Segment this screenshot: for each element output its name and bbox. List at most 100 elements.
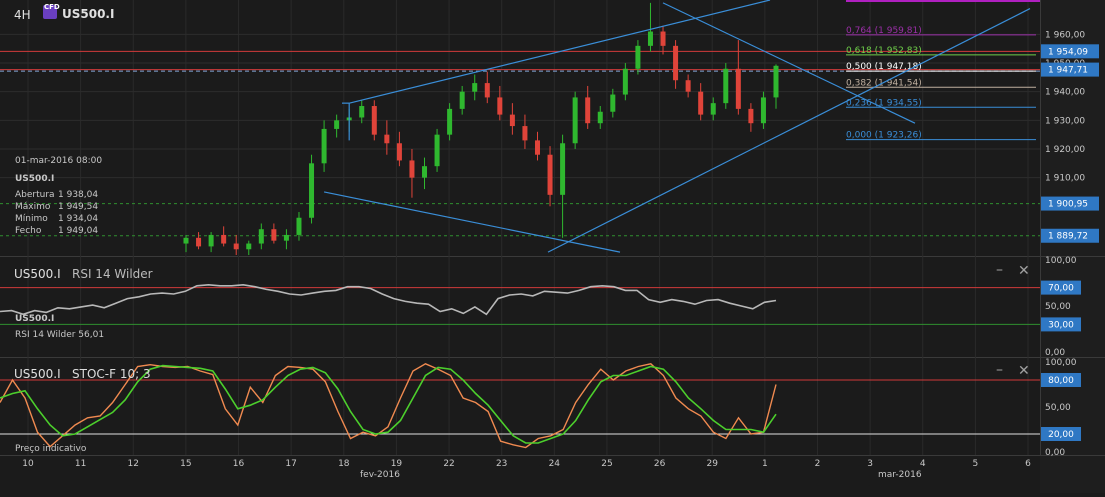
candle-body[interactable] [208,234,214,247]
x-tick-label: 6 [1025,459,1031,469]
candle-body[interactable] [233,243,239,250]
candle-body[interactable] [585,97,591,124]
x-tick-label: 5 [973,459,979,469]
candle-body[interactable] [497,97,503,115]
candle-body[interactable] [296,217,302,235]
info-symbol: US500.I [15,174,55,184]
info-high-label: Máximo [15,202,51,212]
chart-svg[interactable]: 10 11 12 15 16 17 18 19 22 23 24 25 26 29 1 2 3 4 5 61 960,… [0,0,1105,493]
x-tick-label: 11 [75,459,86,469]
x-tick-label: 15 [180,459,191,469]
fib-label: 0,764 (1 959,81) [846,26,922,36]
price-tag-label: 1 947,71 [1048,66,1088,76]
rsi-indicator-name[interactable]: RSI 14 Wilder [72,267,153,281]
candle-body[interactable] [271,229,277,241]
candle-body[interactable] [572,97,578,144]
candle-body[interactable] [698,91,704,115]
candle-body[interactable] [283,234,289,241]
candle-body[interactable] [459,91,465,109]
stoch-tick-label: 0,00 [1045,448,1065,458]
rsi-close-button[interactable]: ✕ [1018,263,1030,279]
candle-body[interactable] [673,45,679,81]
price-tag-label: 1 954,09 [1048,47,1088,57]
x-tick-label: 3 [867,459,873,469]
rsi-tick-label: 100,00 [1045,256,1077,266]
fib-label: 0,500 (1 947,18) [846,62,922,72]
price-tick-label: 1 920,00 [1045,145,1085,155]
stoch-tick-label: 80,00 [1048,376,1074,386]
rsi-tick-label: 30,00 [1048,320,1074,330]
candle-body[interactable] [321,128,327,164]
fib-label: 0,000 (1 923,26) [846,131,922,141]
info-datetime: 01-mar-2016 08:00 [15,156,103,166]
candle-body[interactable] [560,143,566,195]
candle-body[interactable] [509,114,515,127]
rsi-minimize-button[interactable]: – [996,262,1003,278]
candle-body[interactable] [221,234,227,244]
candle-body[interactable] [760,97,766,124]
candle-body[interactable] [434,134,440,167]
x-tick-label: 4 [920,459,926,469]
info-close-label: Fecho [15,226,42,236]
candle-body[interactable] [534,140,540,155]
candle-body[interactable] [334,120,340,129]
chart-background [0,0,1105,493]
x-tick-label: 12 [128,459,139,469]
candle-body[interactable] [246,243,252,250]
candle-body[interactable] [422,166,428,178]
price-tick-label: 1 910,00 [1045,174,1085,184]
rsi-info-symbol: US500.I [15,314,55,324]
candle-body[interactable] [409,160,415,178]
candle-body[interactable] [735,68,741,109]
candle-body[interactable] [773,65,779,98]
candle-body[interactable] [484,83,490,98]
candle-body[interactable] [522,126,528,141]
candle-body[interactable] [196,237,202,247]
x-tick-label: 22 [443,459,454,469]
price-tick-label: 1 940,00 [1045,88,1085,98]
x-tick-label: 17 [285,459,296,469]
stoch-close-button[interactable]: ✕ [1018,363,1030,379]
candle-body[interactable] [685,80,691,92]
symbol-title[interactable]: US500.I [62,7,114,21]
candle-body[interactable] [723,68,729,104]
candle-body[interactable] [710,103,716,115]
price-tag-label: 1 900,95 [1048,200,1088,210]
candle-body[interactable] [647,31,653,46]
candle-body[interactable] [622,68,628,95]
timeframe-label[interactable]: 4H [14,8,31,22]
rsi-symbol[interactable]: US500.I [14,267,61,281]
stoch-symbol[interactable]: US500.I [14,367,61,381]
candle-body[interactable] [396,143,402,161]
x-tick-label: 18 [338,459,350,469]
candle-body[interactable] [472,83,478,92]
candle-body[interactable] [371,106,377,135]
candle-body[interactable] [447,108,453,135]
candle-body[interactable] [635,45,641,69]
stoch-tick-label: 100,00 [1045,358,1077,368]
candle-body[interactable] [610,94,616,112]
x-tick-label: 25 [601,459,612,469]
candle-body[interactable] [258,229,264,244]
stoch-indicator-name[interactable]: STOC-F 10; 3 [72,367,151,381]
candle-body[interactable] [597,111,603,124]
fib-label: 0,382 (1 941,54) [846,78,922,88]
rsi-tick-label: 70,00 [1048,284,1074,294]
candle-body[interactable] [660,31,666,46]
info-open-value: 1 938,04 [58,190,99,200]
info-low-value: 1 934,04 [58,214,99,224]
candle-body[interactable] [748,108,754,124]
candle-body[interactable] [309,163,315,218]
x-tick-label: 24 [549,459,561,469]
stoch-minimize-button[interactable]: – [996,362,1003,378]
chart-stage: 10 11 12 15 16 17 18 19 22 23 24 25 26 29 1 2 3 4 5 6 1 960,… [0,0,1105,493]
fib-label: 0,236 (1 934,55) [846,98,922,108]
price-tag-label: 1 889,72 [1048,232,1088,242]
candle-body[interactable] [183,237,189,244]
month-label-feb: fev-2016 [360,470,400,480]
rsi-info-value: RSI 14 Wilder 56,01 [15,330,105,340]
candle-body[interactable] [359,106,365,118]
candle-body[interactable] [384,134,390,144]
stoch-tick-label: 20,00 [1048,430,1074,440]
candle-body[interactable] [547,154,553,195]
